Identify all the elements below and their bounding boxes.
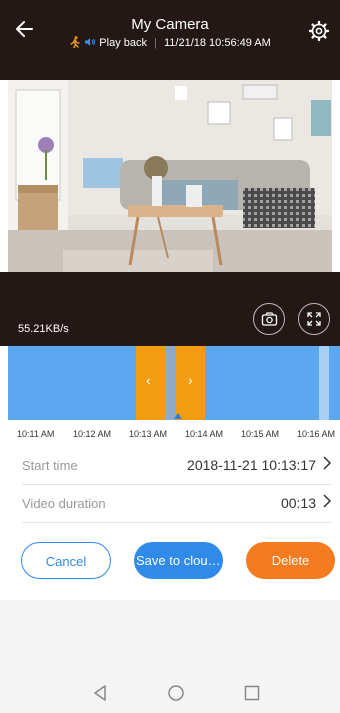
chevron-right-icon xyxy=(323,456,332,470)
separator: | xyxy=(154,37,157,49)
selected-clip-range xyxy=(165,346,176,420)
tick-label: 10:13 AM xyxy=(129,429,168,439)
chevron-left-icon: ‹ xyxy=(146,372,151,388)
recording-timeline[interactable]: ‹ › xyxy=(8,346,340,420)
recording-segment xyxy=(319,346,329,420)
speaker-icon xyxy=(85,38,96,46)
empty-area xyxy=(0,600,340,673)
video-control-bar: 55.21KB/s xyxy=(0,272,340,346)
clip-start-handle[interactable]: ‹ xyxy=(136,346,165,420)
start-time-row[interactable]: Start time 2018-11-21 10:13:17 xyxy=(22,448,332,485)
fullscreen-button[interactable] xyxy=(298,303,330,335)
playback-timestamp: 11/21/18 10:56:49 AM xyxy=(163,37,271,49)
cancel-button[interactable]: Cancel xyxy=(21,542,111,579)
tick-label: 10:14 AM xyxy=(185,429,224,439)
tick-label: 10:16 AM xyxy=(297,429,336,439)
bitrate-readout: 55.21KB/s xyxy=(18,323,69,335)
delete-button[interactable]: Delete xyxy=(246,542,335,579)
tick-label: 10:12 AM xyxy=(73,429,112,439)
home-circle-icon[interactable] xyxy=(166,683,186,703)
system-nav-bar xyxy=(0,673,340,713)
living-room-scene xyxy=(8,80,332,272)
video-duration-row[interactable]: Video duration 00:13 xyxy=(22,486,332,523)
playback-status: Play back | 11/21/18 10:56:49 AM xyxy=(0,36,340,49)
tick-label: 10:15 AM xyxy=(241,429,280,439)
clip-end-handle[interactable]: › xyxy=(176,346,205,420)
snapshot-button[interactable] xyxy=(253,303,285,335)
gear-icon[interactable] xyxy=(308,20,330,42)
camera-video-feed[interactable] xyxy=(8,80,332,272)
chevron-right-icon xyxy=(323,494,332,508)
playhead-marker xyxy=(174,413,182,419)
motion-person-icon xyxy=(70,36,80,49)
recents-square-icon[interactable] xyxy=(242,683,262,703)
mode-label: Play back xyxy=(99,37,147,49)
page-title: My Camera xyxy=(131,16,209,33)
top-bar: My Camera Play back | 11/21/18 10:56:49 … xyxy=(0,0,340,80)
start-time-value: 2018-11-21 10:13:17 xyxy=(187,457,316,473)
tick-label: 10:11 AM xyxy=(17,429,55,439)
video-duration-value: 00:13 xyxy=(280,495,316,511)
back-triangle-icon[interactable] xyxy=(90,683,110,703)
start-time-label: Start time xyxy=(22,458,78,473)
save-to-cloud-button[interactable]: Save to cloud... xyxy=(134,542,223,579)
timeline-tick-labels: 10:11 AM 10:12 AM 10:13 AM 10:14 AM 10:1… xyxy=(0,429,340,443)
chevron-right-icon: › xyxy=(188,372,193,388)
fullscreen-icon xyxy=(307,312,321,326)
camera-icon xyxy=(261,312,278,326)
video-duration-label: Video duration xyxy=(22,496,106,511)
